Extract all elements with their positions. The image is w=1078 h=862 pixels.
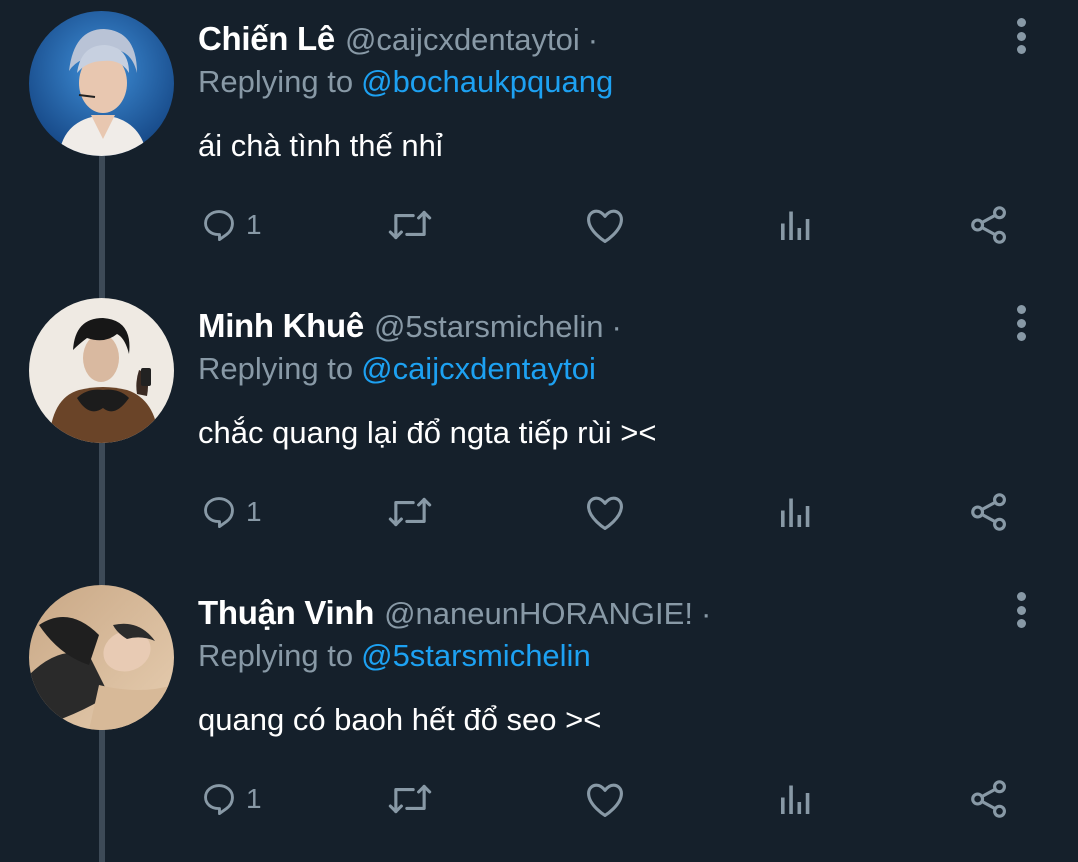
tweet-reply[interactable]: Thuận Vinh @naneunHORANGIE! · Replying t…	[0, 574, 1078, 861]
analytics-button[interactable]	[778, 487, 814, 537]
reply-button[interactable]: 1	[200, 774, 262, 824]
replying-to-label: Replying to	[198, 351, 354, 386]
like-icon	[587, 496, 623, 530]
user-handle[interactable]: @caijcxdentaytoi	[345, 22, 580, 58]
retweet-button[interactable]	[388, 200, 432, 250]
reply-button[interactable]: 1	[200, 487, 262, 537]
retweet-button[interactable]	[388, 487, 432, 537]
tweet-text: chắc quang lại đổ ngta tiếp rùi ><	[198, 415, 657, 450]
analytics-icon	[781, 498, 810, 527]
avatar[interactable]	[29, 298, 174, 443]
share-button[interactable]	[968, 774, 1010, 824]
tweet-reply[interactable]: Chiến Lê @caijcxdentaytoi · Replying to @…	[0, 0, 1078, 287]
reply-icon	[204, 784, 234, 815]
more-options-icon[interactable]	[1008, 305, 1034, 341]
display-name[interactable]: Thuận Vinh	[198, 594, 374, 632]
user-handle[interactable]: @naneunHORANGIE!	[384, 596, 693, 632]
retweet-button[interactable]	[388, 774, 432, 824]
share-icon	[971, 493, 1006, 531]
reply-to-mention[interactable]: @caijcxdentaytoi	[361, 351, 596, 386]
like-icon	[587, 209, 623, 243]
share-icon	[971, 206, 1006, 244]
like-button[interactable]	[584, 487, 626, 537]
avatar[interactable]	[29, 11, 174, 156]
more-options-icon[interactable]	[1008, 592, 1034, 628]
tweet-reply[interactable]: Minh Khuê @5starsmichelin · Replying to @…	[0, 287, 1078, 574]
avatar[interactable]	[29, 585, 174, 730]
tweet-text: ái chà tình thế nhỉ	[198, 128, 443, 163]
tweet-actions: 1	[0, 774, 1078, 834]
analytics-icon	[781, 785, 810, 814]
replying-to-label: Replying to	[198, 638, 354, 673]
share-icon	[971, 780, 1006, 818]
separator-dot: ·	[587, 22, 599, 57]
reply-count: 1	[246, 783, 262, 814]
more-options-icon[interactable]	[1008, 18, 1034, 54]
reply-icon	[204, 497, 234, 528]
reply-to-mention[interactable]: @5starsmichelin	[361, 638, 591, 673]
separator-dot: ·	[700, 596, 712, 631]
separator-dot: ·	[611, 309, 622, 344]
tweet-actions: 1	[0, 200, 1078, 260]
reply-to-mention[interactable]: @bochaukpquang	[361, 64, 613, 99]
retweet-icon	[388, 210, 432, 240]
analytics-icon	[781, 211, 810, 240]
reply-icon	[204, 210, 234, 241]
like-icon	[587, 783, 623, 817]
tweet-text: quang có baoh hết đổ seo ><	[198, 702, 602, 737]
display-name[interactable]: Chiến Lê	[198, 20, 335, 58]
retweet-icon	[388, 784, 432, 814]
analytics-button[interactable]	[778, 774, 814, 824]
share-button[interactable]	[968, 200, 1010, 250]
reply-count: 1	[246, 496, 262, 527]
tweet-actions: 1	[0, 487, 1078, 547]
analytics-button[interactable]	[778, 200, 814, 250]
share-button[interactable]	[968, 487, 1010, 537]
replying-to-label: Replying to	[198, 64, 354, 99]
reply-count: 1	[246, 209, 262, 240]
like-button[interactable]	[584, 774, 626, 824]
like-button[interactable]	[584, 200, 626, 250]
display-name[interactable]: Minh Khuê	[198, 307, 364, 345]
reply-button[interactable]: 1	[200, 200, 262, 250]
retweet-icon	[388, 497, 432, 527]
user-handle[interactable]: @5starsmichelin	[374, 309, 604, 345]
